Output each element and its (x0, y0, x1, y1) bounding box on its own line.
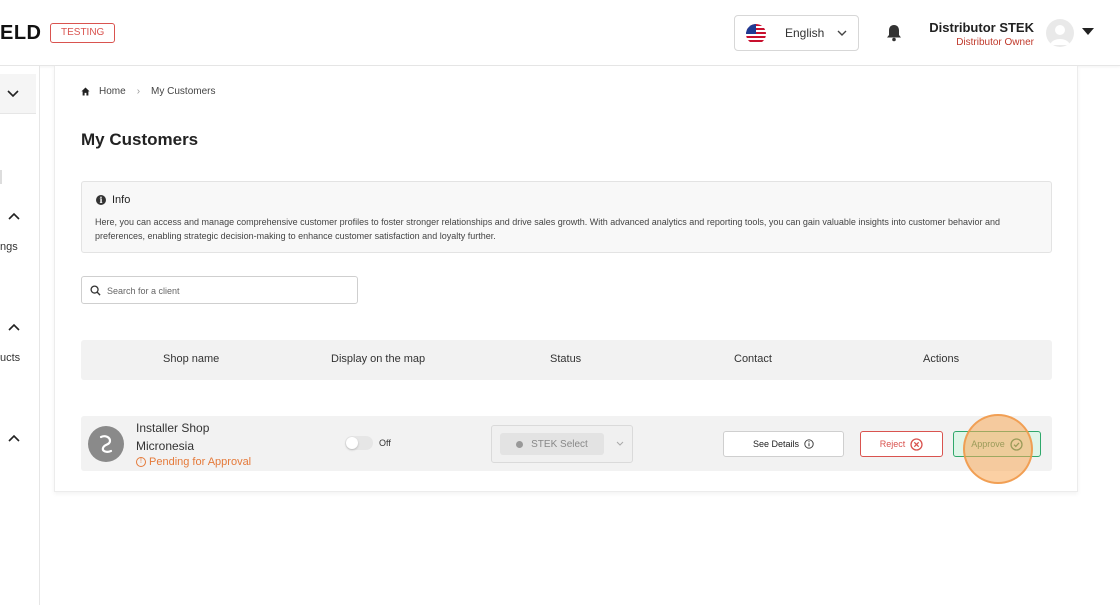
column-header-contact: Contact (734, 353, 772, 365)
page-title: My Customers (81, 130, 199, 149)
notification-bell-icon[interactable] (886, 24, 902, 47)
info-circle-icon: ! (136, 457, 146, 467)
chevron-up-icon[interactable] (7, 210, 21, 222)
column-header-display-on-map: Display on the map (331, 353, 426, 365)
column-header-shop-name: Shop name (163, 353, 220, 365)
shop-name[interactable]: Installer Shop Micronesia (136, 419, 256, 455)
language-select[interactable]: English (734, 15, 859, 51)
home-icon (81, 87, 90, 96)
breadcrumb: Home › My Customers (81, 86, 215, 97)
app-logo[interactable]: ELD (0, 22, 42, 45)
status-pill: STEK Select (500, 433, 604, 455)
approval-status: ! Pending for Approval (136, 456, 251, 468)
shop-avatar (88, 426, 124, 462)
main-content-card: Home › My Customers My Customers i Info … (54, 66, 1078, 492)
status-value: STEK Select (531, 438, 588, 450)
status-select[interactable]: STEK Select (491, 425, 633, 463)
info-box: i Info Here, you can access and manage c… (81, 181, 1052, 253)
breadcrumb-home-link[interactable]: Home (99, 86, 126, 97)
see-details-label: See Details (752, 439, 800, 449)
approve-button[interactable]: Approve (953, 431, 1041, 457)
table-row: Installer Shop Micronesia ! Pending for … (81, 416, 1052, 471)
user-menu-caret-icon[interactable] (1082, 28, 1094, 35)
check-circle-icon (1010, 437, 1023, 451)
close-circle-icon (910, 437, 923, 451)
see-details-button[interactable]: See Details (723, 431, 844, 457)
status-dot-icon (516, 440, 524, 448)
chevron-down-icon (616, 441, 624, 446)
sidebar-item-label[interactable]: ucts (0, 352, 20, 364)
search-input[interactable] (107, 282, 347, 299)
top-bar: ELD TESTING English Distributor STEK Dis… (0, 0, 1120, 66)
info-icon: i (96, 195, 106, 205)
reject-button[interactable]: Reject (860, 431, 943, 457)
sidebar: ngs ucts (0, 66, 40, 605)
approve-label: Approve (971, 439, 1005, 449)
user-name: Distributor STEK (929, 20, 1034, 35)
search-icon (90, 285, 101, 296)
us-flag-icon (746, 24, 766, 44)
column-header-actions: Actions (923, 353, 960, 365)
user-role: Distributor Owner (956, 37, 1034, 48)
user-avatar[interactable] (1046, 19, 1074, 47)
column-header-status: Status (550, 353, 582, 365)
sidebar-divider (0, 170, 2, 184)
info-title: Info (112, 194, 131, 206)
pending-label: Pending for Approval (149, 456, 252, 468)
breadcrumb-current: My Customers (151, 86, 216, 97)
info-heading: i Info (96, 194, 130, 206)
display-on-map-toggle[interactable] (345, 436, 373, 450)
environment-badge: TESTING (50, 23, 116, 43)
toggle-state-label: Off (379, 438, 391, 448)
table-header: Shop name Display on the map Status Cont… (81, 340, 1052, 380)
breadcrumb-separator: › (136, 86, 141, 97)
sidebar-item-collapsed[interactable] (0, 74, 36, 114)
chevron-down-icon (836, 26, 848, 44)
info-description: Here, you can access and manage comprehe… (95, 217, 1000, 241)
search-box[interactable] (81, 276, 358, 304)
toggle-knob (346, 437, 358, 449)
sidebar-item-label[interactable]: ngs (0, 241, 18, 253)
info-circle-icon (804, 439, 814, 449)
chevron-up-icon[interactable] (7, 432, 21, 444)
chevron-up-icon[interactable] (7, 321, 21, 333)
reject-label: Reject (879, 439, 906, 449)
language-label: English (785, 26, 825, 40)
